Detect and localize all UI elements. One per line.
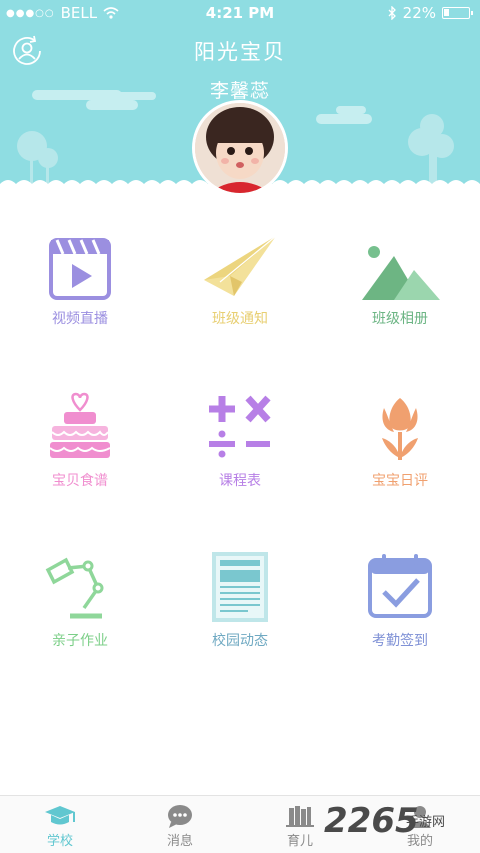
tulip-icon [382,398,418,460]
tab-label: 学校 [46,834,73,849]
paper-plane-icon [204,235,277,296]
battery-icon [442,7,473,19]
tab-school[interactable]: 学校 [0,804,120,849]
books-icon [286,806,314,827]
graduation-cap-icon [45,806,75,825]
feature-baby-recipe[interactable]: 宝贝食谱 [0,392,160,490]
feature-label: 班级通知 [212,311,268,327]
tab-messages[interactable]: 消息 [120,804,240,849]
feature-video-live[interactable]: 视频直播 [0,230,160,328]
math-symbols-icon [209,395,271,458]
feature-daily-review[interactable]: 宝宝日评 [320,392,480,490]
feature-class-notice[interactable]: 班级通知 [160,230,320,328]
feature-campus-news[interactable]: 校园动态 [160,552,320,650]
watermark-text: 手游网 [406,815,446,830]
desk-lamp-icon [45,557,104,619]
feature-homework[interactable]: 亲子作业 [0,552,160,650]
feature-timetable[interactable]: 课程表 [160,392,320,490]
newspaper-icon [212,552,268,622]
watermark-logo: 2265 手游网 [324,801,476,849]
chat-bubble-icon [168,805,192,828]
battery-percent: 22% [402,4,436,22]
tab-label: 消息 [166,834,193,849]
feature-label: 校园动态 [212,633,268,649]
feature-label: 亲子作业 [52,633,108,649]
video-play-icon [49,238,111,300]
feature-label: 考勤签到 [372,633,428,649]
avatar[interactable] [192,100,288,196]
calendar-check-icon [368,554,432,618]
tab-label: 育儿 [286,834,313,849]
feature-label: 宝贝食谱 [52,473,108,489]
feature-label: 班级相册 [372,311,428,327]
bluetooth-icon [388,6,396,20]
feature-class-album[interactable]: 班级相册 [320,230,480,328]
app-title: 阳光宝贝 [194,40,286,64]
cake-icon [49,392,111,458]
watermark-number: 2265 [324,801,419,841]
feature-label: 课程表 [219,473,261,489]
feature-attendance[interactable]: 考勤签到 [320,552,480,650]
status-bar: ●●●○○ BELL 4:21 PM 22% [0,0,480,26]
child-name[interactable]: 李馨蕊 [0,76,480,103]
feature-label: 视频直播 [52,311,108,327]
mountain-photo-icon [362,246,440,300]
feature-label: 宝宝日评 [372,473,428,489]
tab-bar: 学校 消息 育儿 我的 2265 手游网 [0,795,480,853]
